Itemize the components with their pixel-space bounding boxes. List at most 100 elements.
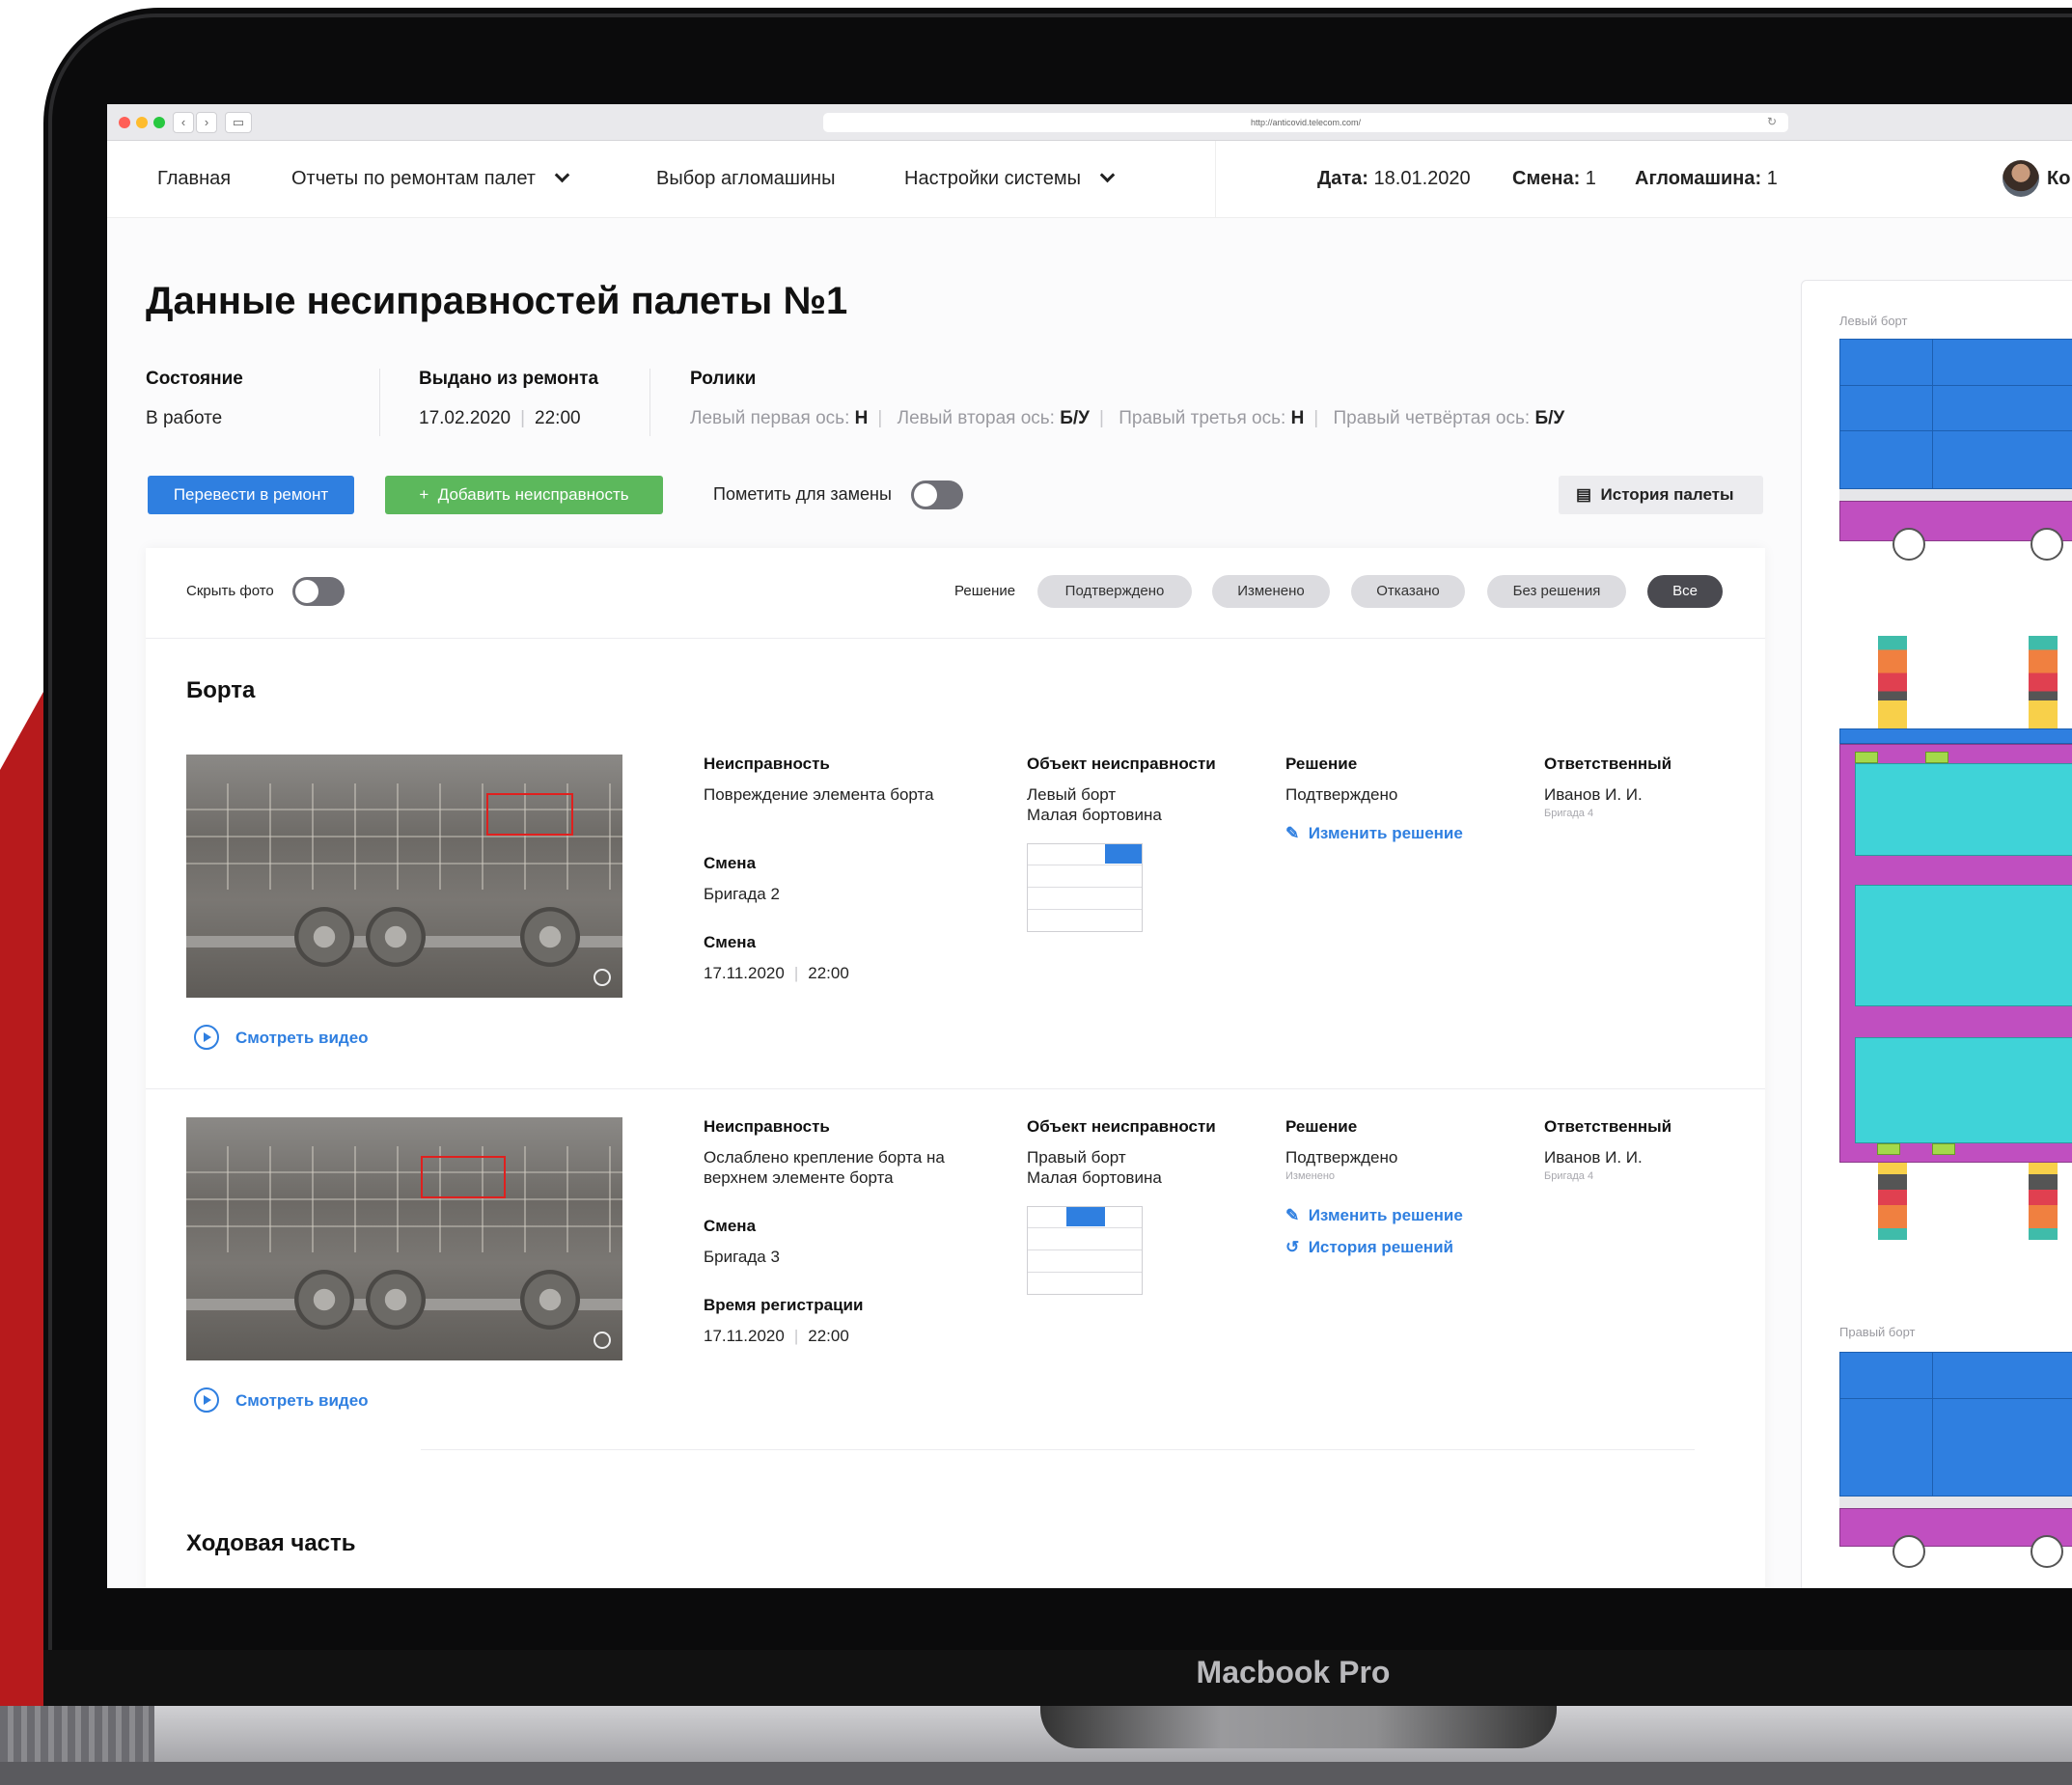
filter-confirmed[interactable]: Подтверждено <box>1037 575 1192 608</box>
time-value: 17.11.2020 | 22:00 <box>704 964 849 982</box>
add-fault-button[interactable]: + Добавить неисправность <box>385 476 663 514</box>
grate-section[interactable] <box>1855 763 2072 856</box>
grate-section[interactable] <box>1855 885 2072 1006</box>
laptop-base <box>0 1706 2072 1764</box>
hide-photo-toggle[interactable] <box>292 577 345 606</box>
fault-location-diagram <box>1027 1206 1143 1295</box>
avatar[interactable] <box>2003 160 2039 197</box>
time-value: 17.11.2020 | 22:00 <box>704 1327 849 1345</box>
object-label: Объект неисправности <box>1027 1117 1216 1136</box>
current-date: Дата: 18.01.2020 <box>1317 168 1471 189</box>
fault-photo[interactable] <box>186 1117 622 1360</box>
divider <box>421 1449 1695 1450</box>
laptop-base-vents <box>0 1706 154 1764</box>
axle-stack[interactable] <box>1878 1163 1907 1240</box>
decision-filter-label: Решение <box>954 583 1016 599</box>
decision-label: Решение <box>1285 1117 1358 1136</box>
fastener <box>1855 752 1878 763</box>
roller <box>2031 528 2063 561</box>
fault-value: Ослаблено крепление борта на верхнем эле… <box>704 1148 945 1187</box>
mark-replace-toggle[interactable] <box>911 481 963 509</box>
change-decision-link[interactable]: ✎ Изменить решение <box>1285 1206 1463 1225</box>
object-line2: Малая бортовина <box>1027 1168 1162 1187</box>
top-nav: Главная Отчеты по ремонтам палет Выбор а… <box>107 141 2072 218</box>
maximize-window-icon[interactable] <box>153 117 165 128</box>
browser-toolbar: ‹ › ▭ http://anticovid.telecom.com/ ↻ <box>107 104 2072 141</box>
fault-region-marker <box>486 793 573 836</box>
mark-replace-label: Пометить для замены <box>713 484 892 504</box>
shift-value: Бригада 2 <box>704 885 780 903</box>
object-label: Объект неисправности <box>1027 755 1216 773</box>
grate-section[interactable] <box>1855 1037 2072 1143</box>
left-side-panel[interactable] <box>1839 339 2072 489</box>
pencil-icon: ✎ <box>1285 824 1300 842</box>
divider <box>649 369 650 436</box>
hide-photo-label: Скрыть фото <box>186 583 274 599</box>
nav-reports-label: Отчеты по ремонтам палет <box>291 168 536 189</box>
filter-all[interactable]: Все <box>1647 575 1723 608</box>
play-icon[interactable] <box>194 1387 219 1413</box>
back-icon[interactable]: ‹ <box>173 112 194 133</box>
zoom-icon[interactable] <box>594 969 611 986</box>
minimize-window-icon[interactable] <box>136 117 148 128</box>
laptop-base-bottom <box>0 1762 2072 1785</box>
history-icon: ↺ <box>1285 1238 1300 1256</box>
sidebar-icon[interactable]: ▭ <box>225 112 252 133</box>
address-bar[interactable]: http://anticovid.telecom.com/ <box>823 113 1788 132</box>
close-window-icon[interactable] <box>119 117 130 128</box>
filter-no-decision[interactable]: Без решения <box>1487 575 1626 608</box>
watch-video-link[interactable]: Смотреть видео <box>235 1391 369 1411</box>
right-side-label: Правый борт <box>1839 1325 1916 1339</box>
decision-value: Подтверждено <box>1285 785 1398 804</box>
decision-history-link[interactable]: ↺ История решений <box>1285 1238 1453 1257</box>
object-line1: Левый борт <box>1027 785 1117 804</box>
nav-settings[interactable]: Настройки системы <box>904 167 1116 190</box>
user-name[interactable]: Ко <box>2047 168 2070 190</box>
axle-stack[interactable] <box>2029 636 2058 728</box>
change-decision-link[interactable]: ✎ Изменить решение <box>1285 824 1463 843</box>
current-shift: Смена: 1 <box>1512 168 1596 189</box>
filter-changed[interactable]: Изменено <box>1212 575 1330 608</box>
decision-value: Подтверждено <box>1285 1148 1398 1167</box>
plus-icon: + <box>419 485 438 504</box>
roller <box>1892 1535 1925 1568</box>
filter-rejected[interactable]: Отказано <box>1351 575 1465 608</box>
fault-label: Неисправность <box>704 755 830 773</box>
state-value: В работе <box>146 408 223 428</box>
responsible-team: Бригада 4 <box>1544 1170 1594 1182</box>
responsible-label: Ответственный <box>1544 755 1672 773</box>
play-icon[interactable] <box>194 1025 219 1050</box>
divider <box>379 369 380 436</box>
roller <box>1892 528 1925 561</box>
object-line1: Правый борт <box>1027 1148 1126 1167</box>
pencil-icon: ✎ <box>1285 1206 1300 1224</box>
responsible-label: Ответственный <box>1544 1117 1672 1136</box>
fault-location-cell <box>1066 1207 1105 1226</box>
section-sides: Борта <box>186 677 256 703</box>
to-repair-button[interactable]: Перевести в ремонт <box>148 476 354 514</box>
laptop-chin <box>43 1650 2072 1708</box>
axle-stack[interactable] <box>1878 636 1907 728</box>
responsible-name: Иванов И. И. <box>1544 1148 1643 1167</box>
zoom-icon[interactable] <box>594 1332 611 1349</box>
frame-top <box>1839 728 2072 744</box>
fault-photo[interactable] <box>186 755 622 998</box>
history-button[interactable]: ▤ История палеты <box>1559 476 1763 514</box>
issued-value: 17.02.2020 | 22:00 <box>419 408 581 428</box>
right-side-panel[interactable] <box>1839 1352 2072 1497</box>
nav-home[interactable]: Главная <box>157 168 231 190</box>
axle-stack[interactable] <box>2029 1163 2058 1240</box>
time-label: Смена <box>704 933 757 951</box>
shift-value: Бригада 3 <box>704 1248 780 1266</box>
decision-note: Изменено <box>1285 1170 1336 1182</box>
forward-icon[interactable]: › <box>196 112 217 133</box>
watch-video-link[interactable]: Смотреть видео <box>235 1029 369 1048</box>
decision-label: Решение <box>1285 755 1358 773</box>
section-chassis: Ходовая часть <box>186 1530 356 1556</box>
fault-value: Повреждение элемента борта <box>704 785 934 804</box>
nav-machine-select[interactable]: Выбор агломашины <box>656 168 835 190</box>
responsible-team: Бригада 4 <box>1544 808 1594 819</box>
reload-icon[interactable]: ↻ <box>1767 115 1777 128</box>
nav-reports[interactable]: Отчеты по ремонтам палет <box>291 167 570 190</box>
current-machine: Агломашина: 1 <box>1635 168 1778 189</box>
